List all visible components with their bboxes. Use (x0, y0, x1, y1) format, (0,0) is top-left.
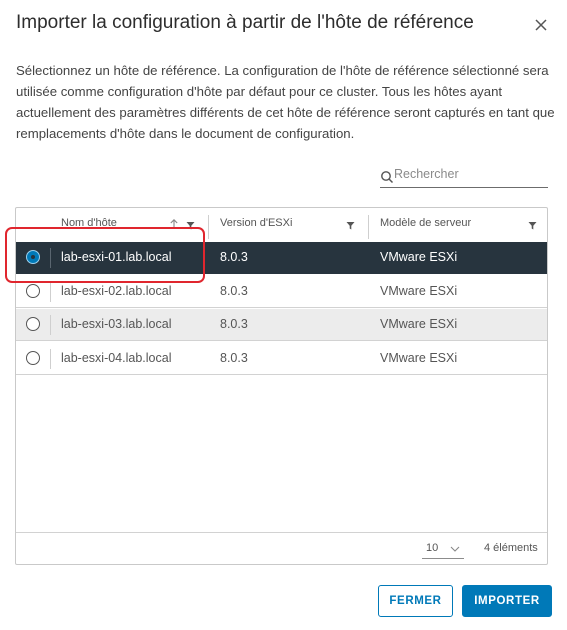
filter-icon[interactable] (528, 221, 537, 230)
esxi-version-cell: 8.0.3 (220, 284, 248, 298)
esxi-version-cell: 8.0.3 (220, 351, 248, 365)
search-box[interactable] (380, 166, 548, 188)
column-label-esxi-version: Version d'ESXi (220, 217, 293, 229)
search-icon (381, 171, 394, 184)
close-dialog-button[interactable]: FERMER (378, 585, 453, 617)
column-label-hostname: Nom d'hôte (61, 217, 117, 229)
row-radio[interactable] (26, 317, 40, 331)
filter-icon[interactable] (186, 221, 195, 230)
esxi-version-cell: 8.0.3 (220, 250, 248, 264)
sort-arrow-icon[interactable] (169, 218, 179, 230)
hostname-cell: lab-esxi-03.lab.local (61, 317, 172, 331)
server-model-cell: VMware ESXi (380, 317, 458, 331)
row-radio-selected[interactable] (26, 250, 40, 264)
host-datagrid: Nom d'hôte Version d'ESXi Modèle de serv… (15, 207, 548, 565)
row-radio[interactable] (26, 284, 40, 298)
esxi-version-cell: 8.0.3 (220, 317, 248, 331)
hostname-cell: lab-esxi-02.lab.local (61, 284, 172, 298)
table-row[interactable]: lab-esxi-03.lab.local 8.0.3 VMware ESXi (16, 309, 547, 341)
row-radio[interactable] (26, 351, 40, 365)
item-count: 4 éléments (484, 542, 538, 554)
server-model-cell: VMware ESXi (380, 250, 458, 264)
datagrid-footer: 10 4 éléments (16, 532, 547, 565)
table-row[interactable]: lab-esxi-01.lab.local 8.0.3 VMware ESXi (16, 242, 547, 274)
column-header-esxi-version[interactable]: Version d'ESXi (220, 208, 365, 242)
close-icon (535, 19, 547, 31)
server-model-cell: VMware ESXi (380, 284, 458, 298)
close-button[interactable] (530, 14, 552, 36)
column-header-hostname[interactable]: Nom d'hôte (61, 208, 206, 242)
chevron-down-icon (450, 546, 460, 552)
dialog-description: Sélectionnez un hôte de référence. La co… (16, 63, 555, 141)
page-size-value: 10 (426, 542, 439, 554)
server-model-cell: VMware ESXi (380, 351, 458, 365)
table-row[interactable]: lab-esxi-04.lab.local 8.0.3 VMware ESXi (16, 343, 547, 375)
page-size-select[interactable]: 10 (422, 540, 464, 559)
table-row[interactable]: lab-esxi-02.lab.local 8.0.3 VMware ESXi (16, 276, 547, 308)
column-label-server-model: Modèle de serveur (380, 217, 472, 229)
search-input[interactable] (394, 167, 544, 181)
import-button[interactable]: IMPORTER (462, 585, 552, 617)
datagrid-header: Nom d'hôte Version d'ESXi Modèle de serv… (16, 208, 547, 243)
column-header-server-model[interactable]: Modèle de serveur (380, 208, 540, 242)
hostname-cell: lab-esxi-01.lab.local (61, 250, 172, 264)
hostname-cell: lab-esxi-04.lab.local (61, 351, 172, 365)
dialog-title: Importer la configuration à partir de l'… (16, 12, 474, 33)
column-divider[interactable] (208, 215, 209, 239)
column-divider[interactable] (368, 215, 369, 239)
filter-icon[interactable] (346, 221, 355, 230)
